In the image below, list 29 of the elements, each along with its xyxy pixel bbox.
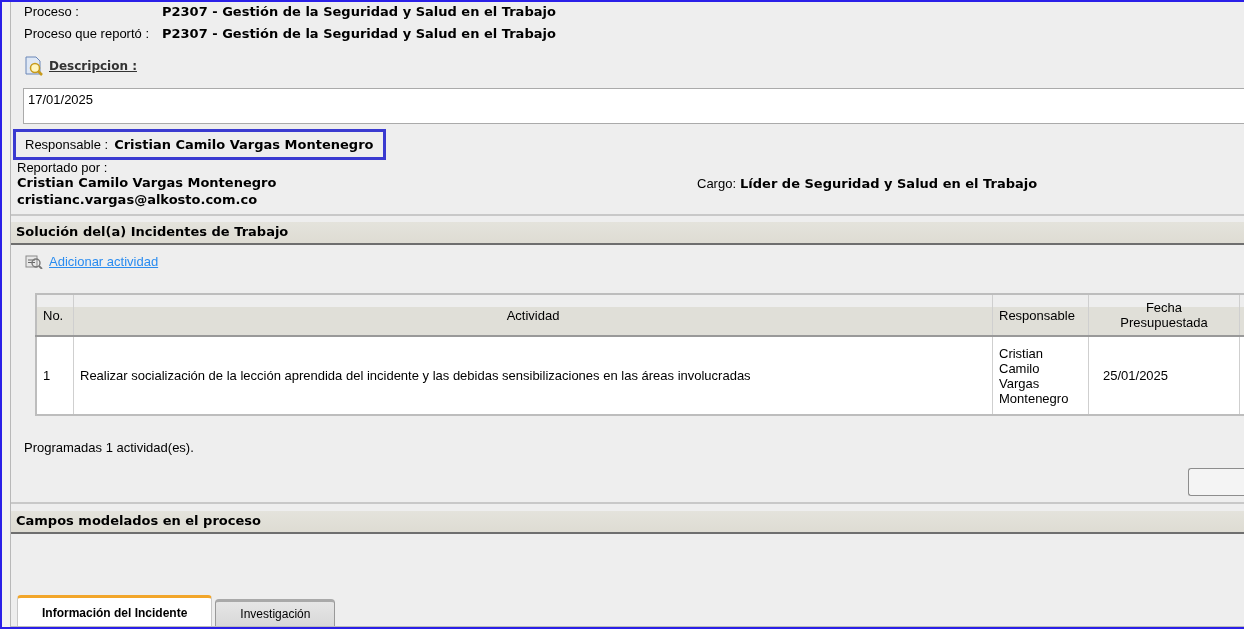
section-header: Solución del(a) Incidentes de Trabajo	[11, 222, 1244, 245]
field-label: Reportado por :	[17, 161, 109, 174]
column-header: Actividad	[73, 294, 993, 336]
document-search-icon	[23, 55, 45, 77]
section-header: Campos modelados en el proceso	[11, 511, 1244, 534]
activity-count: Programadas 1 actividad(es).	[24, 440, 195, 455]
field-label: Proceso que reportó :	[24, 26, 151, 41]
reporter-email: cristianc.vargas@alkosto.com.co	[17, 191, 259, 208]
column-header: Responsable	[992, 294, 1089, 336]
blank-button[interactable]	[1188, 468, 1244, 496]
column-header: Fecha Presupuestada	[1088, 294, 1240, 336]
column-header: No.	[36, 294, 74, 336]
tab[interactable]: Información del Incidente	[17, 595, 213, 626]
document-search-icon	[23, 253, 43, 269]
description-label: Descripcion :	[49, 59, 137, 73]
description-field: 17/01/2025	[23, 88, 1244, 124]
table-cell: Cristian Camilo Vargas Montenegro	[992, 336, 1089, 415]
tab[interactable]: Investigación	[215, 599, 336, 626]
table-cell: 25/01/2025	[1088, 336, 1240, 415]
field-value: P2307 - Gestión de la Seguridad y Salud en el Trabajo	[162, 26, 556, 41]
table-cell: 1	[36, 336, 74, 415]
field-label: Responsable :	[25, 137, 109, 152]
field-label: Proceso :	[24, 4, 80, 19]
table-cell: Realizar socialización de la lección aprendida del incidente y las debidas sensibilizaciones en las áreas involucradas	[73, 336, 993, 415]
field-label: Cargo:	[697, 176, 737, 191]
field-value: Líder de Seguridad y Salud en el Trabajo	[740, 176, 1038, 191]
reporter-name: Cristian Camilo Vargas Montenegro	[17, 175, 278, 191]
field-value: P2307 - Gestión de la Seguridad y Salud en el Trabajo	[162, 4, 556, 19]
field-value: Cristian Camilo Vargas Montenegro	[114, 137, 374, 152]
